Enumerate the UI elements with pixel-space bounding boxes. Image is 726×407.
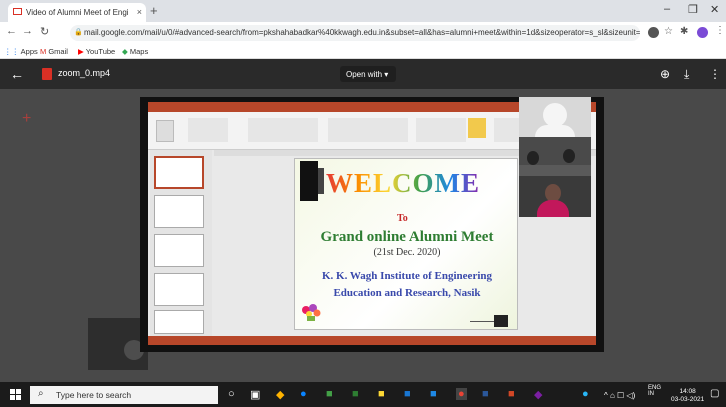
store-icon[interactable]: ■ bbox=[404, 388, 411, 400]
task-view-icon[interactable]: ▣ bbox=[250, 388, 260, 401]
youtube-icon: ▶ bbox=[78, 47, 84, 56]
app-icon[interactable]: ● bbox=[582, 388, 589, 400]
gmail-icon bbox=[13, 8, 22, 15]
edge-icon[interactable]: ● bbox=[300, 388, 307, 400]
flower-bouquet-icon bbox=[302, 304, 321, 321]
more-options-icon[interactable]: ⋮ bbox=[709, 67, 721, 81]
compose-icon: + bbox=[22, 110, 32, 127]
reload-icon[interactable]: ↻ bbox=[40, 25, 49, 38]
participant-video-tile bbox=[519, 176, 591, 217]
app-icon[interactable]: ◆ bbox=[276, 388, 284, 401]
browser-tab[interactable]: Video of Alumni Meet of Engi × bbox=[8, 3, 146, 22]
maps-icon: ◆ bbox=[122, 47, 128, 56]
extension-icon[interactable] bbox=[648, 27, 659, 38]
download-icon[interactable]: ⤓ bbox=[684, 67, 689, 82]
viewer-back-icon[interactable]: ← bbox=[10, 66, 24, 82]
bookmark-star-icon[interactable]: ☆ bbox=[664, 26, 673, 37]
search-icon: ⌕ bbox=[38, 388, 44, 399]
back-icon[interactable]: ← bbox=[6, 25, 17, 37]
participant-video-tile bbox=[519, 137, 591, 176]
video-file-icon bbox=[42, 68, 52, 80]
tab-title: Video of Alumni Meet of Engi bbox=[26, 8, 129, 17]
slide-number-box bbox=[494, 315, 508, 327]
chrome-icon[interactable]: ● bbox=[456, 388, 467, 400]
extensions-puzzle-icon[interactable]: ✱ bbox=[680, 26, 688, 37]
slide-thumbnail bbox=[154, 310, 204, 334]
excel-icon[interactable]: ■ bbox=[326, 388, 333, 400]
ppt-status-bar bbox=[148, 336, 596, 345]
notification-icon[interactable]: ▢ bbox=[710, 388, 719, 399]
bookmark-youtube[interactable]: ▶ YouTube bbox=[78, 47, 115, 56]
slide-decor-line bbox=[470, 321, 494, 322]
chevron-down-icon: ▾ bbox=[384, 70, 389, 79]
app-icon[interactable]: ◆ bbox=[534, 388, 542, 401]
close-window-icon[interactable]: ✕ bbox=[710, 3, 719, 16]
cortana-icon[interactable]: ○ bbox=[228, 388, 235, 400]
profile-avatar[interactable] bbox=[697, 27, 708, 38]
slide-thumbnail bbox=[154, 273, 204, 306]
bookmark-apps[interactable]: ⋮⋮ Apps bbox=[4, 47, 38, 56]
file-name: zoom_0.mp4 bbox=[58, 68, 111, 78]
slide-institute-line2: Education and Research, Nasik bbox=[333, 287, 481, 299]
slide-decor-bar bbox=[318, 168, 324, 194]
forward-icon[interactable]: → bbox=[22, 25, 33, 37]
taskbar-search-input[interactable]: Type here to search bbox=[30, 386, 218, 404]
file-explorer-icon[interactable]: ■ bbox=[378, 388, 385, 400]
close-tab-icon[interactable]: × bbox=[137, 7, 142, 17]
open-with-button[interactable]: Open with ▾ bbox=[340, 66, 396, 82]
menu-dots-icon[interactable]: ⋮ bbox=[715, 25, 725, 36]
gmail-icon: M bbox=[40, 47, 47, 56]
slide-institute-line1: K. K. Wagh Institute of Engineering bbox=[321, 270, 492, 282]
url-input[interactable]: 🔒 mail.google.com/mail/u/0/#advanced-sea… bbox=[70, 25, 640, 41]
new-tab-icon[interactable]: + bbox=[150, 3, 158, 18]
language-indicator[interactable]: ENG IN bbox=[648, 385, 661, 397]
minimize-icon[interactable]: – bbox=[664, 3, 670, 15]
app-icon[interactable]: ■ bbox=[352, 388, 359, 400]
participant-video-tile bbox=[519, 97, 591, 137]
bookmark-maps[interactable]: ◆ Maps bbox=[122, 47, 148, 56]
windows-start-icon[interactable] bbox=[10, 389, 21, 400]
mail-icon[interactable]: ■ bbox=[430, 388, 437, 400]
slide-welcome-heading: WELCOME bbox=[326, 168, 512, 199]
apps-grid-icon: ⋮⋮ bbox=[4, 47, 19, 56]
tray-icons[interactable]: ^ ⌂ ☐ ◁) bbox=[604, 391, 635, 400]
add-to-drive-icon[interactable]: ⊕ bbox=[660, 67, 670, 81]
slide-to-text: To bbox=[397, 213, 408, 224]
lock-icon: 🔒 bbox=[74, 29, 83, 36]
slide-event-date: (21st Dec. 2020) bbox=[373, 247, 441, 258]
taskbar-clock[interactable]: 14:08 03-03-2021 bbox=[671, 388, 704, 404]
url-text: mail.google.com/mail/u/0/#advanced-searc… bbox=[84, 28, 640, 37]
maximize-icon[interactable]: ❐ bbox=[688, 3, 698, 16]
slide-decor-bar bbox=[300, 161, 318, 201]
bookmark-gmail[interactable]: M Gmail bbox=[40, 47, 68, 56]
slide-event-title: Grand online Alumni Meet bbox=[320, 229, 494, 245]
powerpoint-icon[interactable]: ■ bbox=[508, 388, 515, 400]
slide-thumbnail bbox=[154, 234, 204, 267]
word-icon[interactable]: ■ bbox=[482, 388, 489, 400]
slide-thumbnail bbox=[154, 156, 204, 189]
slide-thumbnail bbox=[154, 195, 204, 228]
